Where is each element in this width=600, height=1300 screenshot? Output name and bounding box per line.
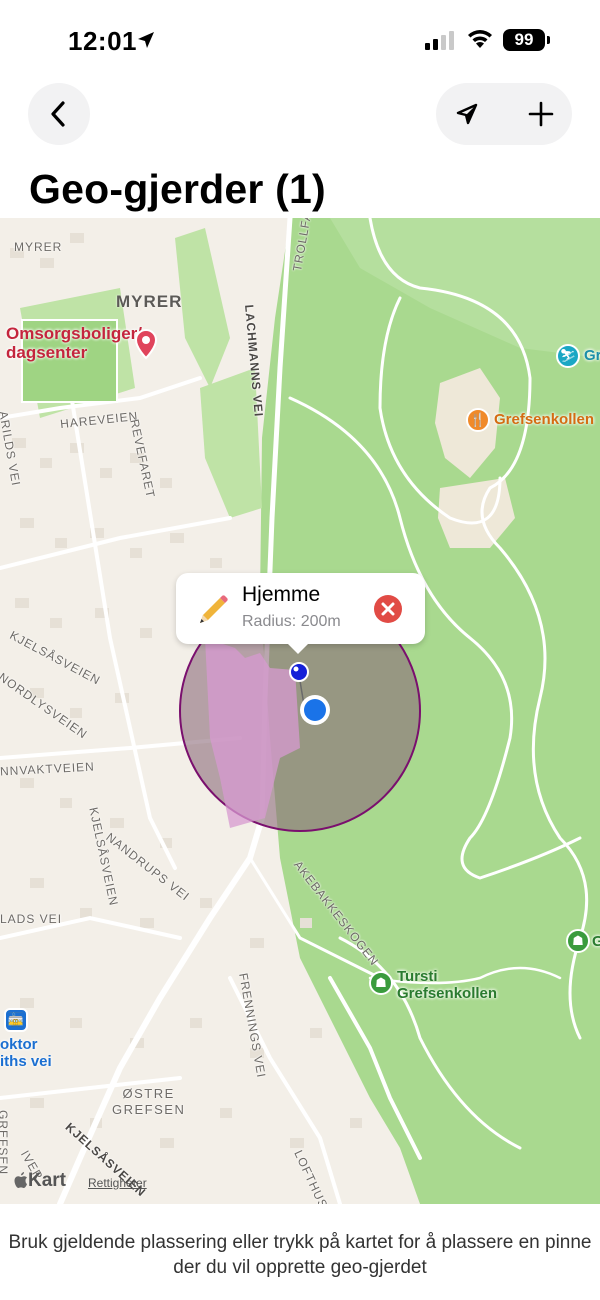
status-bar: 12:01 99 bbox=[0, 0, 600, 80]
label-myrer-small: MYRER bbox=[14, 240, 63, 254]
label-lads-vei: LADS VEI bbox=[0, 912, 63, 926]
poi-grefsenkollen[interactable]: Grefsenkollen bbox=[494, 411, 594, 428]
location-arrow-icon bbox=[138, 32, 154, 48]
restaurant-icon[interactable]: 🍴 bbox=[466, 408, 490, 432]
signal-icon bbox=[425, 31, 454, 50]
geofence-radius: Radius: 200m bbox=[242, 613, 341, 630]
ski-icon[interactable]: ⛷ bbox=[556, 344, 580, 368]
label-grefsen-v: GREFSEN bbox=[0, 1110, 10, 1176]
battery-tip bbox=[547, 36, 550, 44]
label-myrer-district: MYRER bbox=[116, 292, 183, 311]
status-time: 12:01 bbox=[68, 26, 137, 56]
map-view[interactable]: MYRER MYRER TROLLFAR LACHMANNS VEI HAREV… bbox=[0, 218, 600, 1204]
instruction-footer: Bruk gjeldende plassering eller trykk på… bbox=[0, 1204, 600, 1300]
back-button[interactable] bbox=[28, 83, 90, 145]
trail-icon[interactable]: ☗ bbox=[369, 971, 393, 995]
remove-circle-icon bbox=[381, 602, 395, 616]
apple-logo-icon bbox=[14, 1172, 27, 1188]
poi-omsorgsboliger[interactable]: Omsorgsboliger/ dagsenter bbox=[6, 324, 142, 362]
label-ostre-grefsen: ØSTRE GREFSEN bbox=[112, 1086, 186, 1117]
geofence-callout[interactable]: Hjemme Radius: 200m bbox=[176, 573, 425, 644]
location-arrow-icon bbox=[456, 103, 478, 125]
poi-g-edge[interactable]: G bbox=[592, 933, 600, 950]
poi-tram-stop[interactable]: oktor iths vei bbox=[0, 1036, 52, 1070]
legal-link[interactable]: Rettigheter bbox=[88, 1176, 147, 1190]
plus-icon bbox=[528, 101, 554, 127]
instruction-text: Bruk gjeldende plassering eller trykk på… bbox=[8, 1232, 592, 1278]
remove-geofence-button[interactable] bbox=[374, 595, 402, 623]
callout-tip bbox=[286, 642, 310, 654]
map-actions bbox=[436, 83, 572, 145]
picnic-icon[interactable]: ☗ bbox=[566, 929, 590, 953]
poi-gr-edge[interactable]: Gr bbox=[584, 347, 600, 364]
geofence-name: Hjemme bbox=[242, 583, 321, 606]
locate-button[interactable] bbox=[436, 83, 498, 145]
map-attribution: Kart bbox=[14, 1170, 66, 1192]
tram-icon[interactable]: 🚋 bbox=[4, 1008, 28, 1032]
map-base bbox=[0, 218, 600, 1204]
battery-icon: 99 bbox=[503, 29, 545, 51]
wifi-icon bbox=[468, 30, 492, 48]
chevron-left-icon bbox=[51, 101, 65, 127]
page-title: Geo-gjerder (1) bbox=[29, 166, 326, 212]
add-geofence-button[interactable] bbox=[510, 83, 572, 145]
battery-level: 99 bbox=[514, 30, 534, 49]
map-pin-red-icon[interactable] bbox=[134, 328, 158, 360]
pencil-icon[interactable] bbox=[196, 593, 230, 627]
poi-tursti[interactable]: Tursti Grefsenkollen bbox=[397, 968, 497, 1002]
attribution-text: Kart bbox=[28, 1170, 67, 1191]
